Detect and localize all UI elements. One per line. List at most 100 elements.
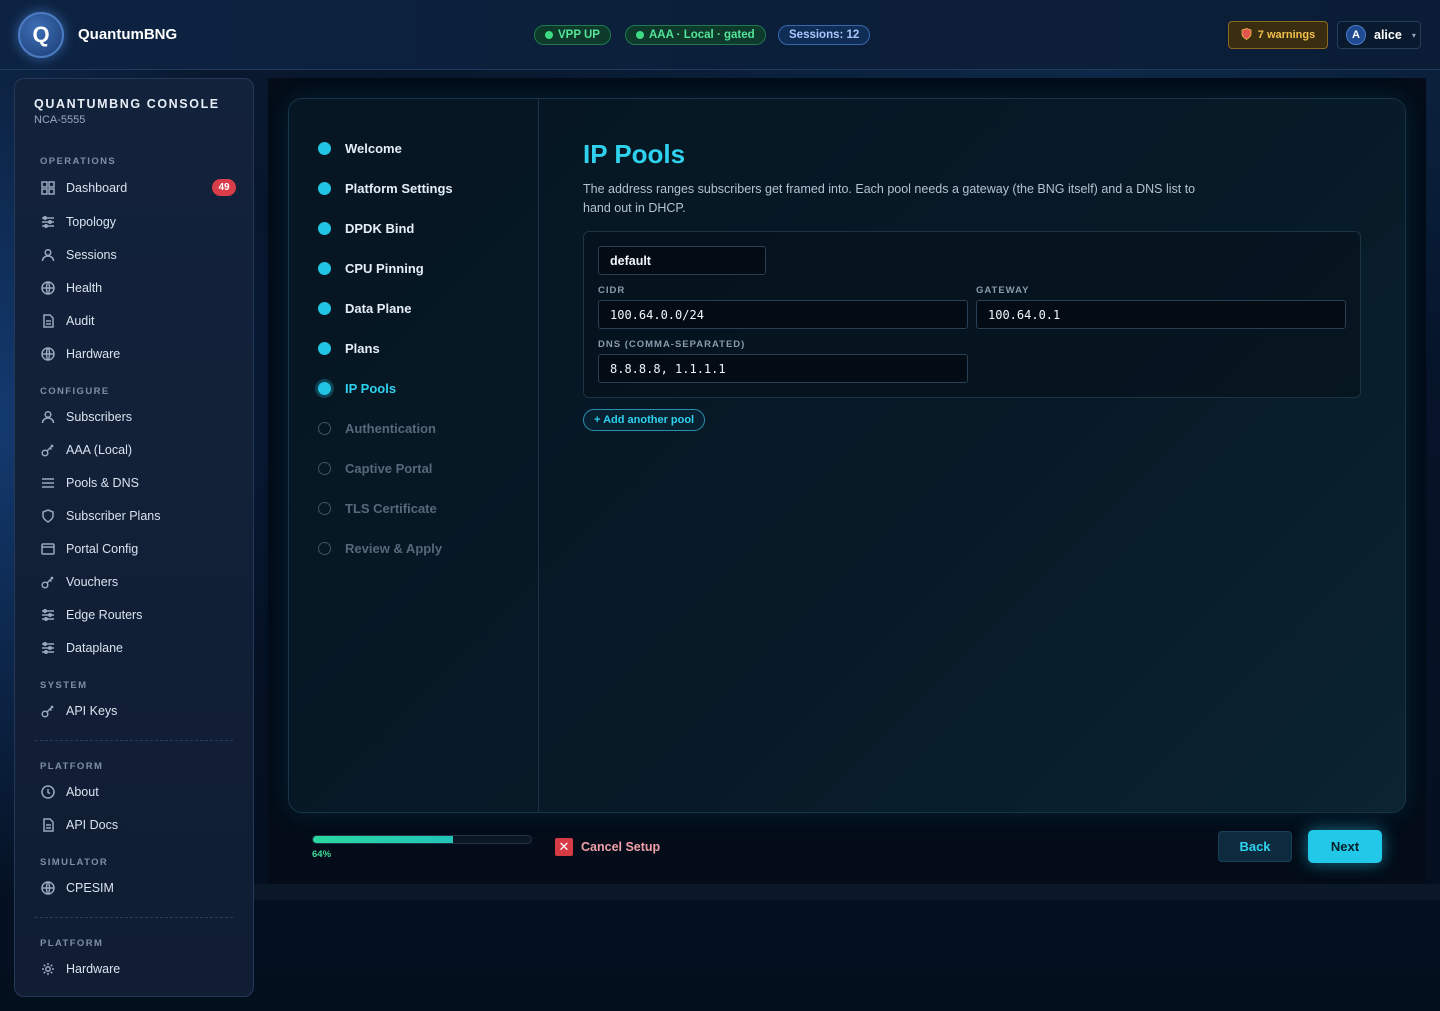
sliders-icon [40, 607, 56, 623]
sidebar-item-dataplane[interactable]: Dataplane [40, 636, 236, 660]
wizard-step[interactable]: Platform Settings [318, 178, 453, 198]
main-footer-strip [254, 884, 1440, 900]
logo-letter: Q [32, 22, 50, 47]
sidebar-item-label: Pools & DNS [66, 476, 139, 490]
sessions-badge: Sessions: 12 [778, 25, 871, 45]
avatar: A [1346, 25, 1366, 45]
step-pending-icon [318, 461, 331, 475]
sidebar-item-hardware[interactable]: Hardware [40, 342, 236, 366]
sidebar-item-label: About [66, 785, 99, 799]
sidebar-item-pools-dns[interactable]: Pools & DNS [40, 471, 236, 495]
dns-input[interactable]: 8.8.8.8, 1.1.1.1 [598, 354, 968, 383]
wizard-step[interactable]: Welcome [318, 138, 402, 158]
sidebar-item-about[interactable]: About [40, 780, 236, 804]
sidebar-item-label: Audit [66, 314, 95, 328]
sidebar-item-cpesim[interactable]: CPESIM [40, 876, 236, 900]
page-description: The address ranges subscribers get frame… [583, 182, 1196, 215]
sidebar-item-edge-routers[interactable]: Edge Routers [40, 603, 236, 627]
sidebar-item-label: AAA (Local) [66, 443, 133, 457]
vpp-status-badge: VPP UP [534, 25, 611, 45]
step-complete-icon [318, 381, 331, 395]
next-button[interactable]: Next [1308, 830, 1382, 863]
user-menu-button[interactable]: A alice ▾ [1337, 21, 1421, 49]
user-icon [40, 247, 56, 263]
sidebar-divider [35, 917, 233, 918]
sidebar-item-health[interactable]: Health [40, 276, 236, 300]
sidebar-item-label: Vouchers [66, 575, 119, 589]
globe-icon [40, 280, 56, 296]
wizard-step-label: Platform Settings [345, 180, 453, 196]
sidebar-item-label: Dataplane [66, 641, 123, 655]
sidebar-item-audit[interactable]: Audit [40, 309, 236, 333]
cidr-input[interactable]: 100.64.0.0/24 [598, 300, 968, 329]
sidebar-item-portal-config[interactable]: Portal Config [40, 537, 236, 561]
status-dot [636, 31, 644, 39]
wizard-step-label: Data Plane [345, 300, 412, 316]
gear-icon [40, 961, 56, 977]
wizard-step-label: Captive Portal [345, 460, 433, 476]
sidebar-item-aaa-local[interactable]: AAA (Local) [40, 438, 236, 462]
document-icon [40, 817, 56, 833]
warnings-button[interactable]: 7 warnings [1228, 21, 1328, 49]
wizard-step-label: Authentication [345, 420, 436, 436]
step-pending-icon [318, 421, 331, 435]
pool-name-input[interactable]: default [598, 246, 766, 275]
wizard-step[interactable]: IP Pools [318, 378, 396, 398]
wizard-steps: Welcome Platform Settings DPDK Bind CPU Pin… [289, 99, 539, 812]
sidebar-item-label: Sessions [66, 248, 117, 262]
step-pending-icon [318, 541, 331, 555]
step-complete-icon [318, 301, 331, 315]
wizard-step-label: Plans [345, 340, 380, 356]
step-complete-icon [318, 261, 331, 275]
sidebar-item-vouchers[interactable]: Vouchers [40, 570, 236, 594]
sidebar-item-api-docs[interactable]: API Docs [40, 813, 236, 837]
wizard-step[interactable]: Plans [318, 338, 380, 358]
pool-card: default CIDR 100.64.0.0/24 GATEWAY 100.6… [583, 231, 1361, 398]
shield-icon [40, 508, 56, 524]
user-name: alice [1374, 28, 1402, 42]
warnings-label: 7 warnings [1257, 29, 1316, 41]
sidebar-item-label: CPESIM [66, 881, 114, 895]
cancel-setup-button[interactable]: ✕ Cancel Setup [555, 838, 660, 856]
wizard-step-label: Review & Apply [345, 540, 443, 556]
window-icon [40, 541, 56, 557]
back-button[interactable]: Back [1218, 831, 1292, 862]
sidebar-item-subscriber-plans[interactable]: Subscriber Plans [40, 504, 236, 528]
section-simulator: SIMULATOR [40, 857, 109, 868]
user-icon [40, 409, 56, 425]
progress-label: 64% [312, 849, 332, 860]
brand-name: QuantumBNG [78, 26, 178, 43]
wizard-card: Welcome Platform Settings DPDK Bind CPU Pin… [288, 98, 1406, 813]
sliders-icon [40, 214, 56, 230]
document-icon [40, 313, 56, 329]
add-pool-button[interactable]: + Add another pool [583, 409, 706, 431]
gateway-input[interactable]: 100.64.0.1 [976, 300, 1346, 329]
sidebar-title: QUANTUMBNG CONSOLE [34, 97, 220, 111]
gateway-label: GATEWAY [976, 285, 1030, 296]
sidebar-item-dashboard[interactable]: Dashboard 49 [40, 176, 236, 200]
wizard-step-label: DPDK Bind [345, 220, 415, 236]
section-platform: PLATFORM [40, 761, 104, 772]
aaa-status-badge: AAA · Local · gated [625, 25, 766, 45]
sidebar-item-hardware-2[interactable]: Hardware [40, 957, 236, 981]
step-complete-icon [318, 141, 331, 155]
shield-icon [1241, 27, 1252, 43]
sidebar-item-api-keys[interactable]: API Keys [40, 699, 236, 723]
wizard-step-label: Welcome [345, 140, 402, 156]
app-logo[interactable]: Q [18, 12, 64, 58]
wizard-step-label: CPU Pinning [345, 260, 424, 276]
status-dot [545, 31, 553, 39]
sidebar-item-topology[interactable]: Topology [40, 210, 236, 234]
sidebar-item-label: Hardware [66, 962, 121, 976]
dashboard-count-badge: 49 [212, 179, 236, 196]
wizard-step[interactable]: Data Plane [318, 298, 411, 318]
wizard-step[interactable]: DPDK Bind [318, 218, 414, 238]
close-icon: ✕ [555, 838, 573, 856]
sidebar-item-label: Subscriber Plans [66, 509, 161, 523]
sidebar-item-subscribers[interactable]: Subscribers [40, 405, 236, 429]
page-title: IP Pools [583, 139, 686, 169]
wizard-step[interactable]: CPU Pinning [318, 258, 424, 278]
sessions-label: Sessions: 12 [789, 29, 860, 41]
step-content: IP Pools The address ranges subscribers … [583, 139, 1373, 218]
sidebar-item-sessions[interactable]: Sessions [40, 243, 236, 267]
